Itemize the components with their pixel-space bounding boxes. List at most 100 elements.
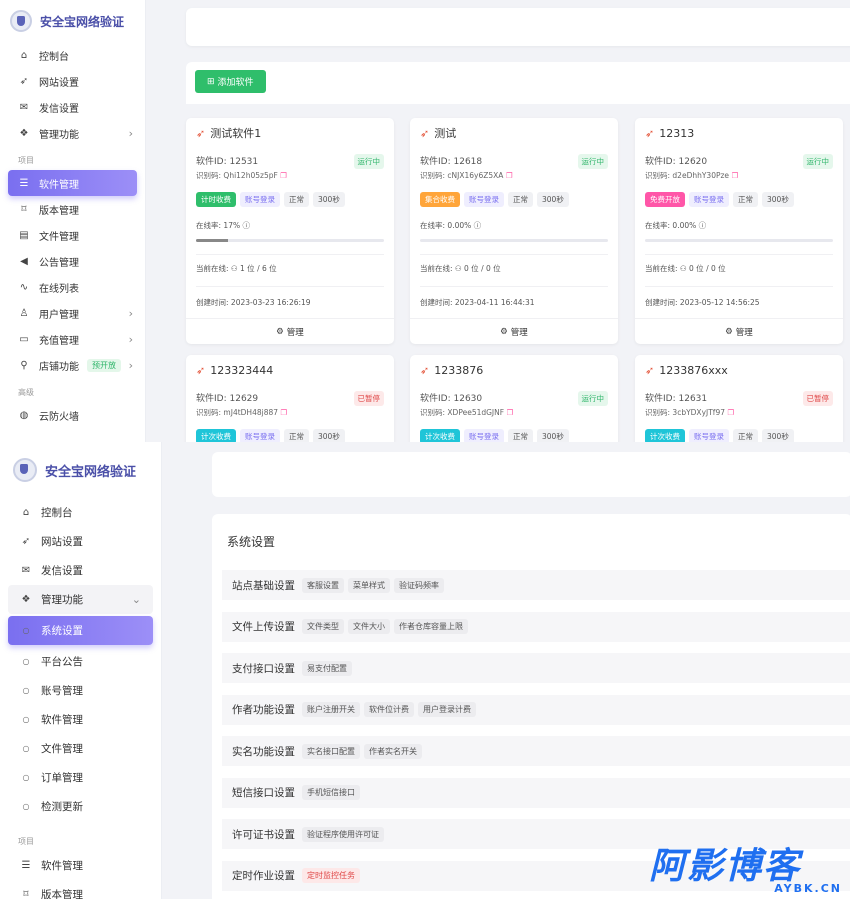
current-online: 当前在线: ⚇ 1 位 / 6 位: [186, 263, 394, 274]
settings-chip[interactable]: 作者实名开关: [364, 743, 422, 759]
nav-item-bottom-sub_nav-5[interactable]: ○ 订单管理: [0, 763, 161, 792]
divider: [420, 254, 608, 255]
settings-chip[interactable]: 手机短信接口: [302, 785, 360, 800]
nav-item-top-nav-3[interactable]: ❖ 管理功能 ›: [0, 120, 145, 146]
nav-item-bottom-nav-3[interactable]: ❖ 管理功能 ⌄: [8, 585, 153, 614]
nav-label: 管理功能: [39, 129, 79, 141]
settings-chip[interactable]: 验证程序使用许可证: [302, 826, 384, 842]
circle-icon: ○: [22, 657, 30, 666]
software-name: 12313: [659, 126, 695, 140]
copy-icon[interactable]: ❐: [278, 171, 287, 180]
copy-icon[interactable]: ❐: [503, 171, 513, 180]
status-badge: 已暂停: [802, 391, 833, 406]
nav-item-top-project_nav-5[interactable]: ♙ 用户管理 ›: [0, 300, 145, 326]
nav-item-bottom-project_nav-1[interactable]: ⌑ 版本管理: [0, 880, 161, 899]
brand[interactable]: 安全宝网络验证: [0, 0, 145, 42]
nav-label: 订单管理: [41, 772, 83, 784]
card-title: ➶ 123323444: [186, 355, 394, 385]
settings-chip[interactable]: 实名接口配置: [302, 743, 360, 759]
card-title: ➶ 测试软件1: [186, 118, 394, 148]
settings-chip[interactable]: 用户登录计费: [418, 702, 476, 717]
nav-label: 发信设置: [41, 565, 83, 577]
settings-row[interactable]: 许可证书设置 验证程序使用许可证: [222, 819, 850, 849]
nav-label: 充值管理: [39, 335, 79, 347]
software-id-label: 软件ID:: [420, 394, 451, 404]
settings-chip[interactable]: 软件位计费: [364, 702, 414, 717]
manage-button[interactable]: ⚙ 管理: [410, 318, 618, 344]
settings-row[interactable]: 作者功能设置 账户注册开关 软件位计费 用户登录计费: [222, 694, 850, 725]
settings-row[interactable]: 支付接口设置 易支付配置: [222, 653, 850, 683]
rocket-icon: ➶: [19, 75, 29, 87]
settings-chip[interactable]: 易支付配置: [302, 660, 352, 676]
online-rate-bar-wrap: [410, 239, 618, 242]
copy-icon[interactable]: ❐: [278, 408, 287, 417]
nav-item-bottom-sub_nav-0[interactable]: ○ 系统设置: [8, 616, 153, 645]
software-id-label: 软件ID:: [645, 157, 676, 167]
settings-row[interactable]: 文件上传设置 文件类型 文件大小 作者仓库容量上限: [222, 611, 850, 642]
add-software-label: 添加软件: [217, 77, 254, 87]
nav-item-top-project_nav-2[interactable]: ▤ 文件管理: [0, 222, 145, 248]
nav-item-bottom-sub_nav-1[interactable]: ○ 平台公告: [0, 647, 161, 676]
nav-item-bottom-nav-0[interactable]: ⌂ 控制台: [0, 498, 161, 527]
nav-item-top-project_nav-0[interactable]: ☰ 软件管理: [8, 170, 137, 196]
brand[interactable]: 安全宝网络验证: [0, 442, 161, 498]
nav-label: 在线列表: [39, 283, 79, 295]
settings-chip[interactable]: 验证码频率: [394, 577, 444, 593]
settings-chip[interactable]: 菜单样式: [348, 577, 390, 593]
code-row: 识别码: mJ4tDH48j887 ❐: [186, 407, 394, 418]
manage-button[interactable]: ⚙ 管理: [186, 318, 394, 344]
login-type-badge: 账号登录: [240, 191, 280, 207]
mail-icon: ✉: [21, 565, 31, 576]
copy-icon[interactable]: ❐: [729, 171, 738, 180]
nav-item-top-project_nav-3[interactable]: ◀ 公告管理: [0, 248, 145, 274]
code-label: 识别码:: [645, 171, 671, 180]
settings-row[interactable]: 站点基础设置 客服设置 菜单样式 验证码频率: [222, 570, 850, 600]
add-software-button[interactable]: ⊞ 添加软件: [195, 70, 266, 93]
code-label: 识别码:: [645, 408, 671, 417]
nav-item-bottom-sub_nav-4[interactable]: ○ 文件管理: [0, 734, 161, 763]
nav-item-top-project_nav-4[interactable]: ∿ 在线列表: [0, 274, 145, 300]
main-content: ⊞ 添加软件 ➶ 测试软件1 软件ID: 12531 运行中 识别码: Qhi12h05…: [146, 0, 850, 442]
software-id-label: 软件ID:: [420, 157, 451, 167]
circle-icon: ○: [22, 773, 30, 782]
nav-item-top-project_nav-6[interactable]: ▭ 充值管理 ›: [0, 326, 145, 352]
nav-item-bottom-sub_nav-6[interactable]: ○ 检测更新: [0, 792, 161, 821]
copy-icon[interactable]: ❐: [725, 408, 734, 417]
nav-item-bottom-nav-1[interactable]: ➶ 网站设置: [0, 527, 161, 556]
settings-chip[interactable]: 定时监控任务: [302, 868, 360, 883]
chevron-right-icon: ›: [128, 358, 133, 372]
settings-chip[interactable]: 文件大小: [348, 619, 390, 634]
circle-icon: ○: [22, 802, 30, 811]
settings-chip[interactable]: 客服设置: [302, 577, 344, 593]
help-icon[interactable]: ⓘ: [471, 221, 482, 230]
copy-icon[interactable]: ❐: [504, 408, 513, 417]
online-rate-bar: [196, 239, 384, 242]
card-title: ➶ 1233876: [410, 355, 618, 385]
code-row: 识别码: Qhi12h05z5pF ❐: [186, 170, 394, 181]
nav-item-bottom-sub_nav-2[interactable]: ○ 账号管理: [0, 676, 161, 705]
nav-item-bottom-nav-2[interactable]: ✉ 发信设置: [0, 556, 161, 585]
state-badge: 正常: [284, 191, 309, 207]
nav-item-top-nav-1[interactable]: ➶ 网站设置: [0, 68, 145, 94]
settings-chip[interactable]: 账户注册开关: [302, 702, 360, 717]
settings-chip[interactable]: 文件类型: [302, 619, 344, 634]
nav-item-top-project_nav-7[interactable]: ⚲ 店铺功能 预开放 ›: [0, 352, 145, 378]
nav-item-bottom-sub_nav-3[interactable]: ○ 软件管理: [0, 705, 161, 734]
nav-item-top-project_nav-1[interactable]: ⌑ 版本管理: [0, 196, 145, 222]
settings-row[interactable]: 实名功能设置 实名接口配置 作者实名开关: [222, 736, 850, 766]
circle-icon: ○: [22, 686, 30, 695]
help-icon[interactable]: ⓘ: [696, 221, 707, 230]
help-icon[interactable]: ⓘ: [240, 221, 250, 230]
settings-row[interactable]: 短信接口设置 手机短信接口: [222, 777, 850, 808]
nav-item-bottom-project_nav-0[interactable]: ☰ 软件管理: [0, 851, 161, 880]
nav-item-top-nav-2[interactable]: ✉ 发信设置: [0, 94, 145, 120]
nav-item-top-nav-0[interactable]: ⌂ 控制台: [0, 42, 145, 68]
nav-label: 文件管理: [39, 231, 79, 243]
software-id-label: 软件ID:: [645, 394, 676, 404]
current-online-value: 1 位 / 6 位: [240, 264, 277, 273]
system-settings-panel: 系统设置 站点基础设置 客服设置 菜单样式 验证码频率 文件上传设置 文件类型 文件大小 作者…: [212, 514, 850, 899]
settings-chip[interactable]: 作者仓库容量上限: [394, 619, 468, 634]
apps-icon: ❖: [21, 594, 31, 605]
nav-item-top-advanced_nav-0[interactable]: ◍ 云防火墙: [0, 402, 145, 428]
manage-button[interactable]: ⚙ 管理: [635, 318, 843, 344]
